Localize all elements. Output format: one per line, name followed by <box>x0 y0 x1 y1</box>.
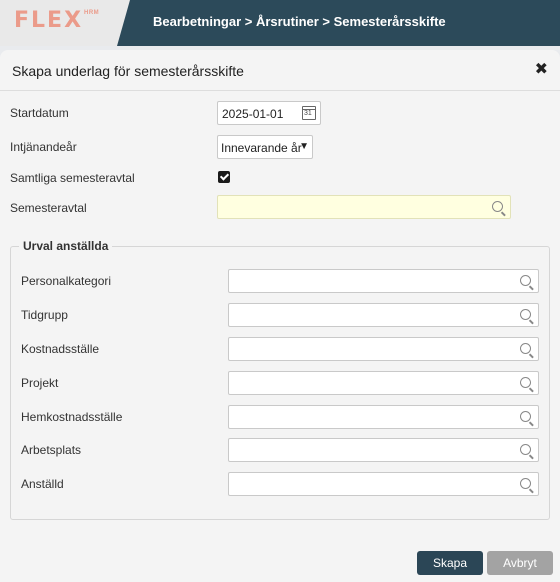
intjanandear-value: Innevarande år <box>221 141 302 155</box>
startdatum-label: Startdatum <box>10 106 69 120</box>
kostnadsstalle-label: Kostnadsställe <box>21 342 100 356</box>
tidgrupp-label: Tidgrupp <box>21 308 68 322</box>
search-icon[interactable] <box>520 275 531 286</box>
search-icon[interactable] <box>520 478 531 489</box>
projekt-label: Projekt <box>21 376 59 390</box>
intjanandear-select[interactable]: Innevarande år ▼ <box>217 135 313 159</box>
tidgrupp-field[interactable] <box>228 303 539 327</box>
dialog: Skapa underlag för semesterårsskifte ✖ S… <box>0 50 560 582</box>
anstalld-label: Anställd <box>21 477 64 491</box>
hemkostnadsstalle-label: Hemkostnadsställe <box>21 410 123 424</box>
close-icon[interactable]: ✖ <box>535 61 548 79</box>
top-bar: FLEX HRM Bearbetningar > Årsrutiner > Se… <box>0 0 560 46</box>
header-divider <box>0 90 560 91</box>
hemkostnadsstalle-field[interactable] <box>228 405 539 429</box>
semesteravtal-label: Semesteravtal <box>10 201 87 215</box>
personalkategori-field[interactable] <box>228 269 539 293</box>
logo-sup: HRM <box>84 10 100 16</box>
calendar-icon[interactable]: 31 <box>302 106 316 120</box>
search-icon[interactable] <box>492 201 503 212</box>
urval-fieldset: Urval anställda Personalkategori Tidgrup… <box>10 239 550 520</box>
intjanandear-label: Intjänandeår <box>10 140 77 154</box>
samtliga-label: Samtliga semesteravtal <box>10 171 135 185</box>
avbryt-button[interactable]: Avbryt <box>487 551 553 575</box>
breadcrumb: Bearbetningar > Årsrutiner > Semesterårs… <box>153 14 446 29</box>
search-icon[interactable] <box>520 343 531 354</box>
kostnadsstalle-field[interactable] <box>228 337 539 361</box>
startdatum-value: 2025-01-01 <box>222 107 284 121</box>
search-icon[interactable] <box>520 411 531 422</box>
chevron-down-icon: ▼ <box>299 141 309 152</box>
logo-text: FLEX <box>14 8 84 33</box>
anstalld-field[interactable] <box>228 472 539 496</box>
search-icon[interactable] <box>520 444 531 455</box>
semesteravtal-field[interactable] <box>217 195 511 219</box>
arbetsplats-label: Arbetsplats <box>21 443 82 457</box>
calendar-day: 31 <box>304 110 312 117</box>
search-icon[interactable] <box>520 309 531 320</box>
samtliga-checkbox[interactable] <box>218 171 230 183</box>
search-icon[interactable] <box>520 377 531 388</box>
dialog-title: Skapa underlag för semesterårsskifte <box>12 63 244 79</box>
urval-legend: Urval anställda <box>19 239 113 253</box>
skapa-button[interactable]: Skapa <box>417 551 483 575</box>
logo: FLEX HRM <box>0 0 130 46</box>
projekt-field[interactable] <box>228 371 539 395</box>
startdatum-field[interactable]: 2025-01-01 31 <box>217 101 321 125</box>
personalkategori-label: Personalkategori <box>21 274 112 288</box>
arbetsplats-field[interactable] <box>228 438 539 462</box>
